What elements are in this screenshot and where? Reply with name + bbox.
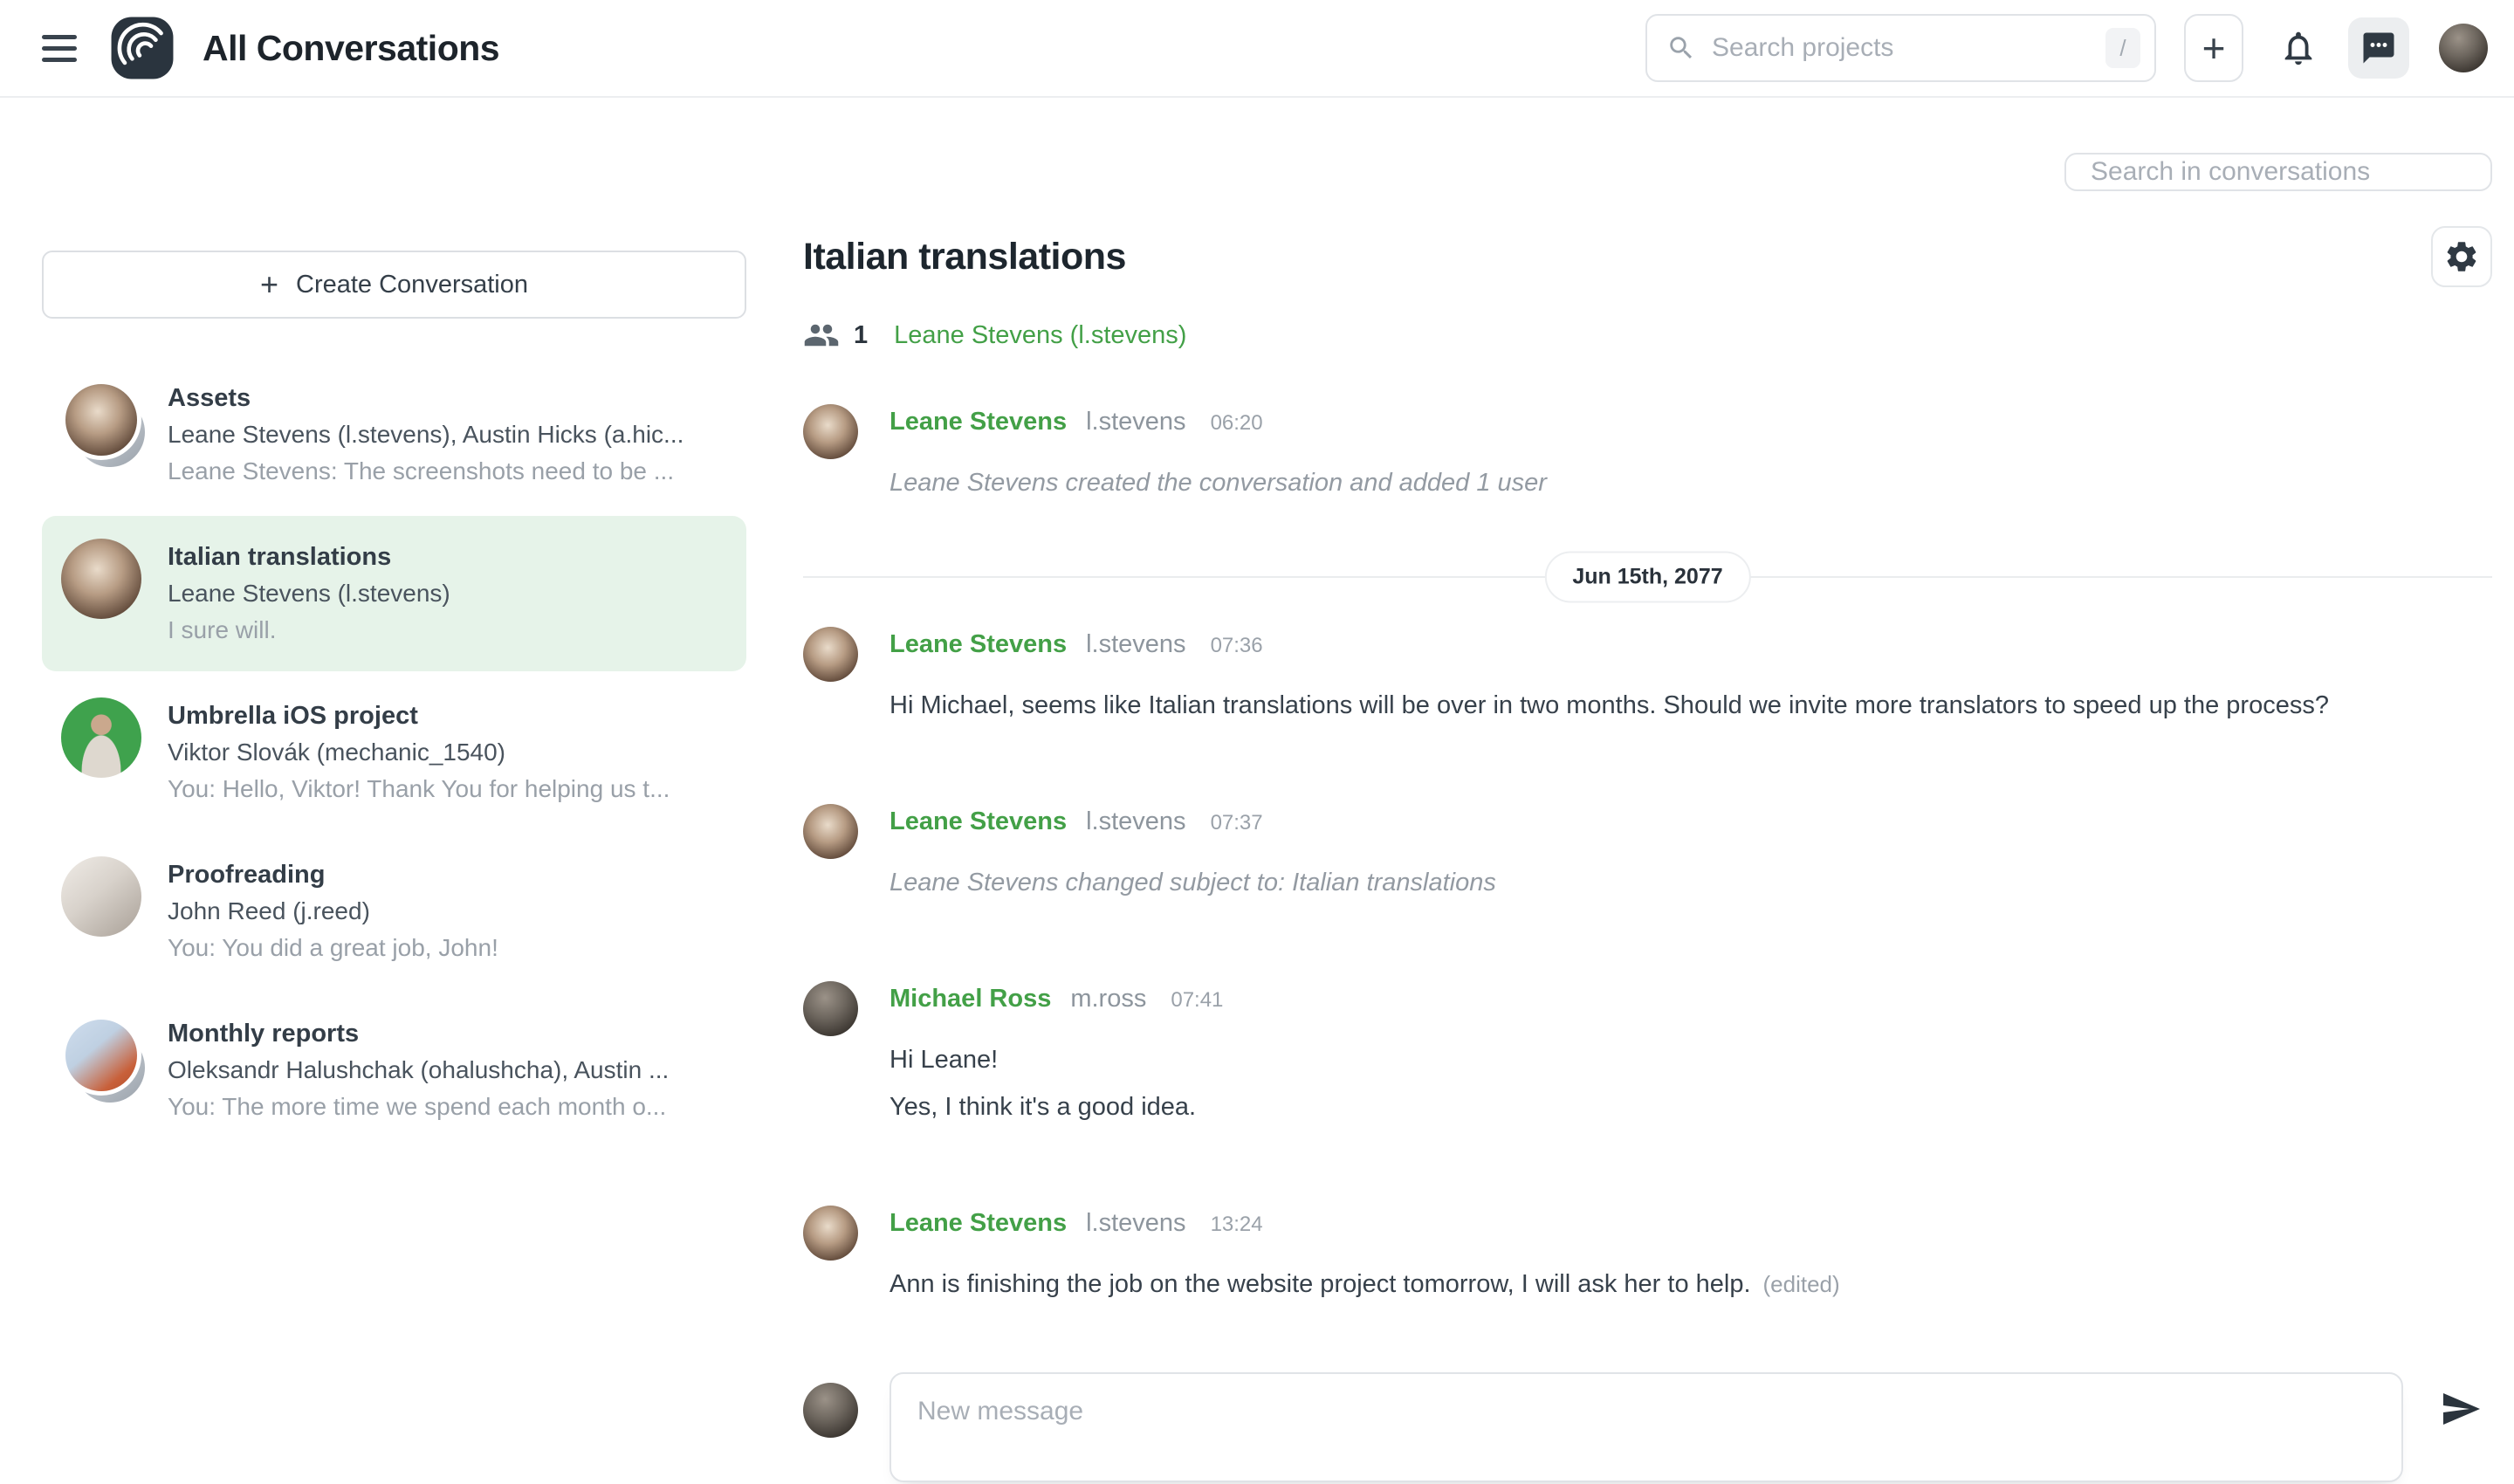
message: Michael Ross m.ross 07:41 Hi Leane! Yes,… xyxy=(803,981,2492,1125)
conversations-button[interactable] xyxy=(2348,17,2409,79)
message-time: 07:37 xyxy=(1211,811,1263,835)
conversation-participants: Leane Stevens (l.stevens) xyxy=(168,575,450,612)
conversation-preview: Leane Stevens: The screenshots need to b… xyxy=(168,453,683,490)
participants-count: 1 xyxy=(854,321,868,350)
message-time: 13:24 xyxy=(1211,1213,1263,1237)
conversation-panel: Italian translations 1 Leane Stevens (l.… xyxy=(803,98,2514,1482)
send-button[interactable] xyxy=(2440,1388,2482,1430)
avatar xyxy=(61,539,141,619)
bell-icon xyxy=(2278,28,2318,68)
gear-icon xyxy=(2443,238,2480,275)
participant-link[interactable]: Leane Stevens (l.stevens) xyxy=(894,321,1186,350)
conversation-heading: Italian translations xyxy=(803,236,2431,278)
message-time: 06:20 xyxy=(1211,411,1263,436)
message-text: Leane Stevens created the conversation a… xyxy=(890,464,2492,501)
message-username: m.ross xyxy=(1070,985,1146,1013)
chat-bubble-icon xyxy=(2360,30,2397,66)
message-sender[interactable]: Leane Stevens xyxy=(890,1209,1067,1238)
message-sender[interactable]: Leane Stevens xyxy=(890,807,1067,836)
composer-avatar xyxy=(803,1383,858,1438)
message-sender[interactable]: Leane Stevens xyxy=(890,408,1067,436)
avatar xyxy=(803,804,858,859)
conversation-title: Italian translations xyxy=(168,539,450,575)
conversation-item-assets[interactable]: Assets Leane Stevens (l.stevens), Austin… xyxy=(42,357,746,512)
message-username: l.stevens xyxy=(1086,408,1185,436)
send-icon xyxy=(2440,1388,2482,1430)
user-avatar[interactable] xyxy=(2439,24,2488,72)
message-username: l.stevens xyxy=(1086,1209,1185,1238)
message-text: Yes, I think it's a good idea. xyxy=(890,1089,2492,1125)
date-divider: Jun 15th, 2077 xyxy=(803,576,2492,578)
message-time: 07:41 xyxy=(1171,988,1223,1013)
top-header: All Conversations Search projects / + xyxy=(0,0,2514,98)
message-username: l.stevens xyxy=(1086,630,1185,659)
message-list: Leane Stevens l.stevens 06:20 Leane Stev… xyxy=(803,404,2492,1302)
conversation-settings-button[interactable] xyxy=(2431,226,2492,287)
conversation-item-proofreading[interactable]: Proofreading John Reed (j.reed) You: You… xyxy=(42,834,746,989)
avatar xyxy=(803,1206,858,1261)
app-logo-icon[interactable] xyxy=(110,16,175,80)
search-placeholder: Search projects xyxy=(1712,33,2105,63)
message-sender[interactable]: Michael Ross xyxy=(890,985,1051,1013)
search-projects-input[interactable]: Search projects / xyxy=(1645,14,2156,82)
conversation-title: Proofreading xyxy=(168,856,498,893)
date-pill: Jun 15th, 2077 xyxy=(1544,552,1750,603)
message-username: l.stevens xyxy=(1086,807,1185,836)
avatar xyxy=(803,981,858,1036)
conversation-preview: You: The more time we spend each month o… xyxy=(168,1089,669,1125)
message-system: Leane Stevens l.stevens 07:37 Leane Stev… xyxy=(803,804,2492,901)
avatar xyxy=(803,404,858,459)
participants-row: 1 Leane Stevens (l.stevens) xyxy=(803,317,2492,354)
conversation-participants: John Reed (j.reed) xyxy=(168,893,498,930)
message-time: 07:36 xyxy=(1211,634,1263,658)
add-button[interactable]: + xyxy=(2184,14,2243,82)
conversation-participants: Oleksandr Halushchak (ohalushcha), Austi… xyxy=(168,1052,669,1089)
people-icon xyxy=(803,317,840,354)
message-system: Leane Stevens l.stevens 06:20 Leane Stev… xyxy=(803,404,2492,501)
conversation-participants: Viktor Slovák (mechanic_1540) xyxy=(168,734,670,771)
search-icon xyxy=(1666,33,1696,63)
conversation-title: Assets xyxy=(168,380,683,416)
message-text: Leane Stevens changed subject to: Italia… xyxy=(890,864,2492,901)
shortcut-badge: / xyxy=(2105,28,2140,68)
message-text: Ann is finishing the job on the website … xyxy=(890,1266,2492,1302)
conversation-title: Monthly reports xyxy=(168,1015,669,1052)
conversation-preview: I sure will. xyxy=(168,612,450,649)
conversation-sidebar: + Create Conversation Assets Leane Steve… xyxy=(0,98,746,1482)
plus-icon: + xyxy=(260,269,278,300)
conversation-list: Assets Leane Stevens (l.stevens), Austin… xyxy=(42,357,746,1148)
search-in-conversations-input[interactable] xyxy=(2064,153,2492,191)
message: Leane Stevens l.stevens 07:36 Hi Michael… xyxy=(803,627,2492,724)
conversation-preview: You: Hello, Viktor! Thank You for helpin… xyxy=(168,771,670,807)
message-text: Hi Leane! xyxy=(890,1041,2492,1078)
edited-badge: (edited) xyxy=(1763,1271,1840,1297)
message-sender[interactable]: Leane Stevens xyxy=(890,630,1067,659)
page-title: All Conversations xyxy=(203,28,499,69)
new-message-input[interactable] xyxy=(890,1372,2403,1482)
avatar xyxy=(61,1015,141,1096)
message-text: Hi Michael, seems like Italian translati… xyxy=(890,687,2492,724)
avatar xyxy=(61,380,141,460)
conversation-item-italian-translations[interactable]: Italian translations Leane Stevens (l.st… xyxy=(42,516,746,671)
avatar xyxy=(61,856,141,937)
notifications-button[interactable] xyxy=(2278,28,2318,68)
conversation-preview: You: You did a great job, John! xyxy=(168,930,498,966)
avatar xyxy=(803,627,858,682)
message-composer xyxy=(803,1372,2492,1482)
message: Leane Stevens l.stevens 13:24 Ann is fin… xyxy=(803,1206,2492,1302)
conversation-title: Umbrella iOS project xyxy=(168,697,670,734)
menu-icon[interactable] xyxy=(42,35,77,62)
conversation-item-monthly-reports[interactable]: Monthly reports Oleksandr Halushchak (oh… xyxy=(42,993,746,1148)
conversation-participants: Leane Stevens (l.stevens), Austin Hicks … xyxy=(168,416,683,453)
conversation-item-umbrella-ios-project[interactable]: Umbrella iOS project Viktor Slovák (mech… xyxy=(42,675,746,830)
avatar xyxy=(61,697,141,778)
create-conversation-button[interactable]: + Create Conversation xyxy=(42,251,746,319)
